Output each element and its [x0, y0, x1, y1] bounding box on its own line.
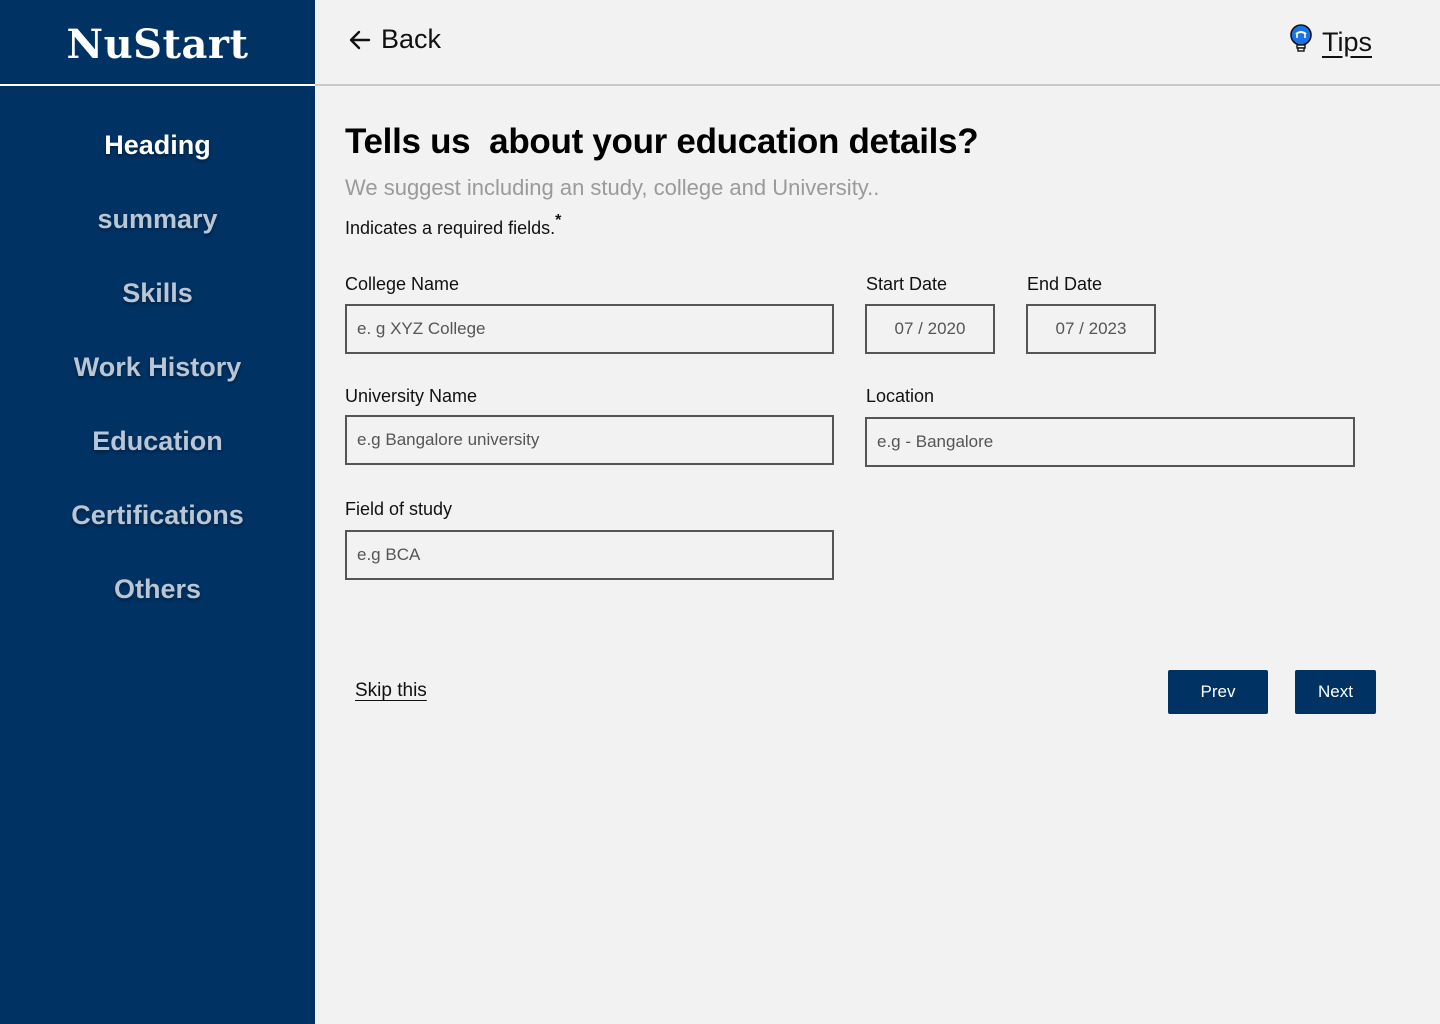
university-name-label: University Name — [345, 386, 478, 406]
sidebar-item-education[interactable]: Education — [0, 404, 315, 478]
sidebar-item-work-history[interactable]: Work History — [0, 330, 315, 404]
required-note-text: Indicates a required fields. — [345, 218, 556, 238]
sidebar-item-heading[interactable]: Heading — [0, 108, 315, 182]
brand-logo: NuStart — [0, 0, 315, 86]
location-label: Location — [866, 386, 935, 406]
sidebar-nav: Heading summary Skills Work History Educ… — [0, 108, 315, 626]
prev-button[interactable]: Prev — [1168, 670, 1268, 714]
sidebar-item-others[interactable]: Others — [0, 552, 315, 626]
start-date-label: Start Date — [866, 274, 948, 294]
sidebar-item-certifications[interactable]: Certifications — [0, 478, 315, 552]
field-of-study-input[interactable] — [345, 530, 834, 580]
tips-label: Tips — [1321, 27, 1372, 57]
university-name-input[interactable] — [345, 415, 834, 465]
top-bar: Back Tips — [315, 0, 1440, 86]
location-input[interactable] — [865, 417, 1355, 467]
arrow-left-icon — [347, 27, 373, 53]
end-date-input[interactable] — [1026, 304, 1156, 354]
page-title: Tells us about your education details? — [345, 122, 979, 161]
end-date-label: End Date — [1027, 274, 1103, 294]
page-subtitle: We suggest including an study, college a… — [345, 175, 880, 200]
next-button[interactable]: Next — [1295, 670, 1376, 714]
back-button[interactable]: Back — [347, 24, 441, 55]
sidebar-item-summary[interactable]: summary — [0, 182, 315, 256]
required-asterisk: * — [555, 212, 562, 229]
sidebar: NuStart Heading summary Skills Work Hist… — [0, 0, 315, 1024]
tips-link[interactable]: Tips — [1288, 24, 1372, 61]
skip-link[interactable]: Skip this — [355, 680, 427, 702]
sidebar-item-skills[interactable]: Skills — [0, 256, 315, 330]
field-of-study-label: Field of study — [345, 499, 453, 519]
required-note: Indicates a required fields.* — [345, 212, 562, 239]
back-label: Back — [381, 24, 442, 54]
lightbulb-icon — [1288, 24, 1314, 61]
college-name-input[interactable] — [345, 304, 834, 354]
college-name-label: College Name — [345, 274, 460, 294]
start-date-input[interactable] — [865, 304, 995, 354]
